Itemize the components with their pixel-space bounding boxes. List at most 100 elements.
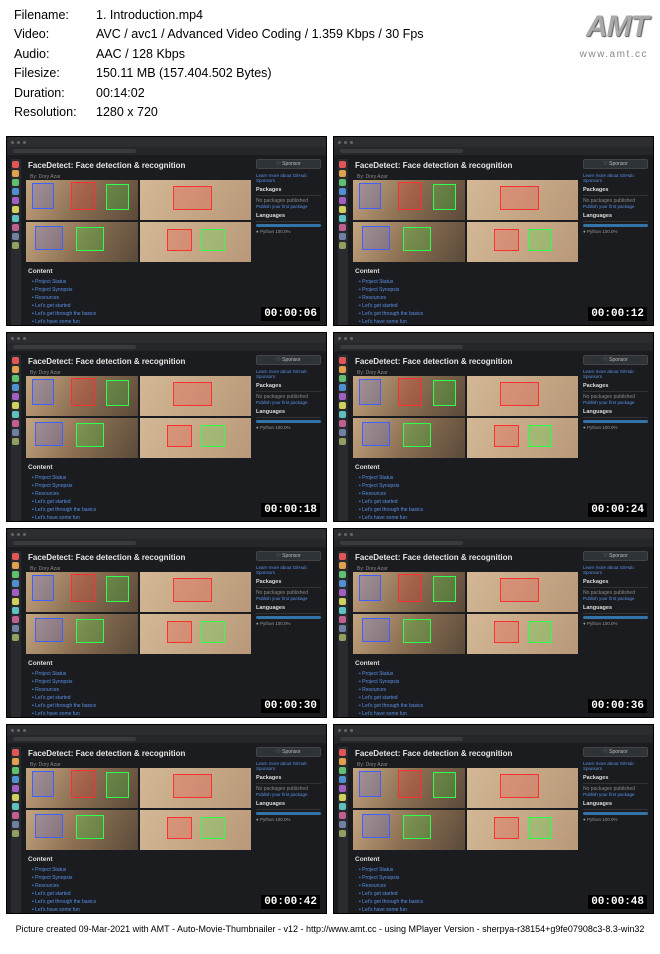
- face-bounding-box: [76, 619, 104, 643]
- face-bounding-box: [398, 378, 423, 406]
- os-taskbar: [338, 355, 348, 521]
- taskbar-app-icon: [339, 758, 346, 765]
- meta-label: Filename:: [14, 6, 96, 25]
- taskbar-app-icon: [12, 625, 19, 632]
- page-content: FaceDetect: Face detection & recognition…: [7, 351, 326, 521]
- content-heading: Content: [355, 856, 578, 863]
- languages-heading: Languages: [256, 409, 321, 418]
- language-bar: [583, 616, 648, 619]
- content-link: Let's have some fun: [32, 514, 251, 522]
- taskbar-app-icon: [339, 821, 346, 828]
- taskbar-app-icon: [12, 589, 19, 596]
- taskbar-app-icon: [12, 402, 19, 409]
- sample-image: [140, 810, 252, 850]
- taskbar-app-icon: [12, 384, 19, 391]
- page-content: FaceDetect: Face detection & recognition…: [7, 743, 326, 913]
- timestamp-overlay: 00:00:48: [588, 895, 647, 909]
- window-control-icon: [344, 337, 347, 340]
- taskbar-app-icon: [12, 161, 19, 168]
- packages-heading: Packages: [256, 187, 321, 196]
- sample-image: [26, 768, 138, 808]
- taskbar-app-icon: [12, 224, 19, 231]
- sponsor-button: ♡ Sponsor: [583, 551, 648, 561]
- taskbar-app-icon: [339, 188, 346, 195]
- window-control-icon: [344, 533, 347, 536]
- taskbar-app-icon: [339, 634, 346, 641]
- packages-link: Publish your first package: [256, 792, 321, 797]
- window-control-icon: [338, 533, 341, 536]
- face-bounding-box: [359, 575, 381, 601]
- taskbar-app-icon: [12, 776, 19, 783]
- window-control-icon: [23, 729, 26, 732]
- languages-heading: Languages: [256, 605, 321, 614]
- page-title: FaceDetect: Face detection & recognition: [28, 553, 251, 562]
- face-bounding-box: [528, 229, 553, 251]
- browser-addressbar: [334, 539, 653, 547]
- meta-label: Filesize:: [14, 64, 96, 83]
- face-bounding-box: [201, 425, 226, 447]
- taskbar-app-icon: [12, 188, 19, 195]
- window-control-icon: [11, 729, 14, 732]
- taskbar-app-icon: [12, 749, 19, 756]
- window-titlebar: [7, 137, 326, 147]
- face-bounding-box: [403, 423, 431, 447]
- taskbar-app-icon: [339, 357, 346, 364]
- packages-heading: Packages: [583, 579, 648, 588]
- taskbar-app-icon: [339, 420, 346, 427]
- sample-image: [26, 572, 138, 612]
- language-bar: [583, 224, 648, 227]
- face-bounding-box: [403, 227, 431, 251]
- face-bounding-box: [362, 814, 390, 838]
- languages-heading: Languages: [256, 801, 321, 810]
- sample-image: [353, 614, 465, 654]
- meta-row: Video:AVC / avc1 / Advanced Video Coding…: [14, 25, 646, 44]
- face-bounding-box: [500, 578, 539, 602]
- face-bounding-box: [167, 229, 192, 251]
- languages-heading: Languages: [583, 409, 648, 418]
- image-row: [26, 810, 251, 850]
- language-label: ● Python 100.0%: [583, 817, 648, 822]
- taskbar-app-icon: [339, 429, 346, 436]
- window-control-icon: [17, 729, 20, 732]
- taskbar-app-icon: [12, 553, 19, 560]
- os-taskbar: [11, 159, 21, 325]
- sample-image: [467, 222, 579, 262]
- taskbar-app-icon: [339, 393, 346, 400]
- page-title: FaceDetect: Face detection & recognition: [28, 161, 251, 170]
- page-title: FaceDetect: Face detection & recognition: [355, 357, 578, 366]
- sample-image: [353, 572, 465, 612]
- window-control-icon: [350, 337, 353, 340]
- face-bounding-box: [494, 817, 519, 839]
- image-row: [26, 222, 251, 262]
- browser-addressbar: [7, 539, 326, 547]
- sample-image: [353, 418, 465, 458]
- window-control-icon: [11, 141, 14, 144]
- page-content: FaceDetect: Face detection & recognition…: [334, 547, 653, 717]
- content-link: Let's have some fun: [359, 514, 578, 522]
- sidebar: ♡ SponsorLearn more about GitHub Sponsor…: [583, 159, 648, 325]
- sample-image: [140, 572, 252, 612]
- url-field: [340, 345, 463, 349]
- taskbar-app-icon: [12, 179, 19, 186]
- image-row: [26, 572, 251, 612]
- meta-row: Filename:1. Introduction.mp4: [14, 6, 646, 25]
- content-link: Project Status: [32, 278, 251, 286]
- face-bounding-box: [106, 576, 128, 602]
- video-thumbnail: FaceDetect: Face detection & recognition…: [333, 528, 654, 718]
- os-taskbar: [338, 551, 348, 717]
- meta-label: Video:: [14, 25, 96, 44]
- language-bar: [256, 616, 321, 619]
- page-title: FaceDetect: Face detection & recognition: [28, 749, 251, 758]
- taskbar-app-icon: [339, 384, 346, 391]
- content-heading: Content: [28, 660, 251, 667]
- face-bounding-box: [106, 184, 128, 210]
- page-content: FaceDetect: Face detection & recognition…: [334, 351, 653, 521]
- face-bounding-box: [494, 425, 519, 447]
- taskbar-app-icon: [12, 571, 19, 578]
- content-links: Project StatusProject SynopsisResourcesL…: [353, 474, 578, 522]
- face-bounding-box: [167, 817, 192, 839]
- face-bounding-box: [71, 574, 96, 602]
- image-row: [26, 418, 251, 458]
- taskbar-app-icon: [339, 553, 346, 560]
- language-bar: [583, 812, 648, 815]
